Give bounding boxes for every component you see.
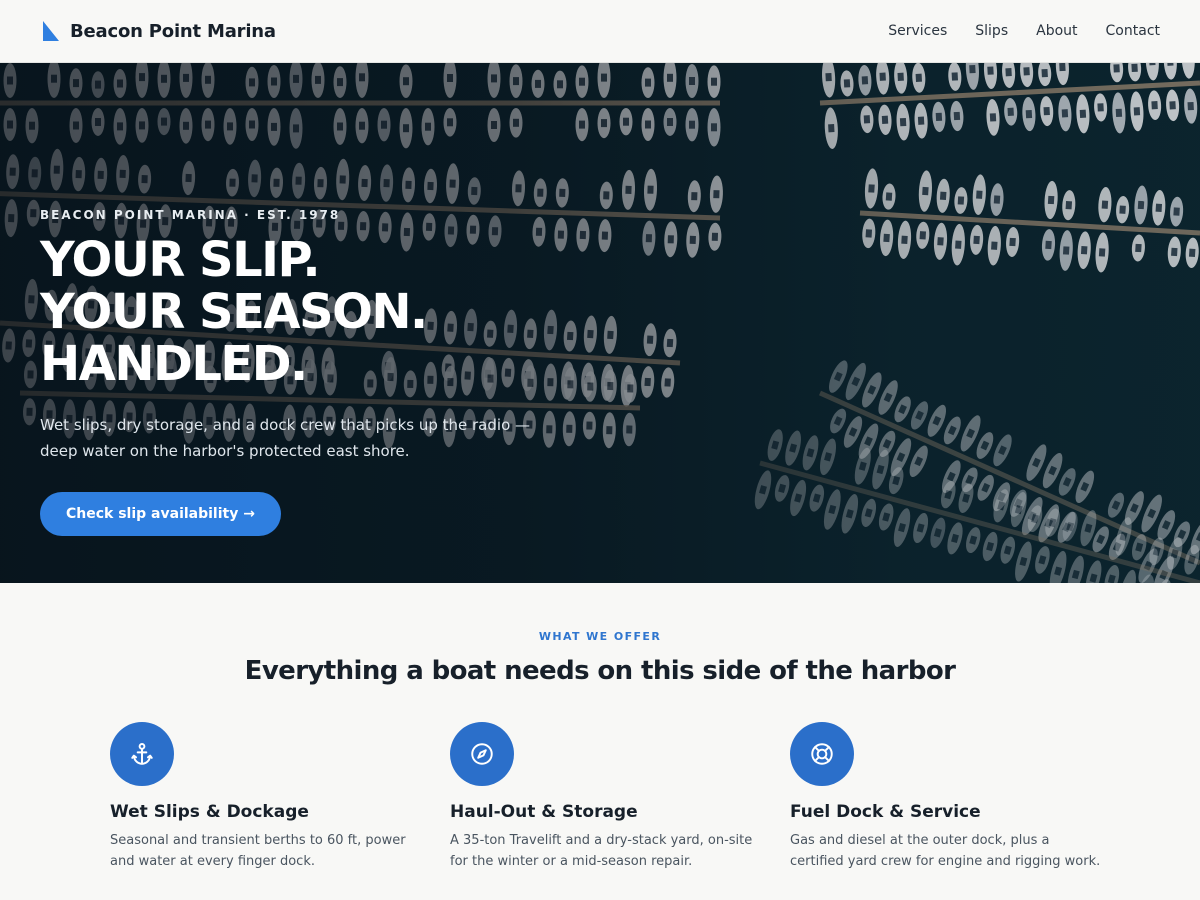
service-card-haul-out: Haul-Out & Storage A 35-ton Travelift an… (450, 722, 770, 872)
hero-title-line: YOUR SEASON. (40, 284, 428, 340)
hero-title-line: HANDLED. (40, 336, 308, 392)
service-icon-circle (790, 722, 854, 786)
service-description-line: certified yard crew for engine and riggi… (790, 854, 1101, 869)
hero-description-line: deep water on the harbor's protected eas… (40, 442, 410, 460)
compass-icon (471, 743, 493, 765)
service-description-line: and water at every finger dock. (110, 854, 315, 869)
services-section: WHAT WE OFFER Everything a boat needs on… (0, 583, 1200, 900)
nav-link-services[interactable]: Services (888, 23, 947, 39)
anchor-icon (131, 743, 153, 765)
hero-title: YOUR SLIP. YOUR SEASON. HANDLED. (40, 234, 600, 390)
service-description-line: for the winter or a mid-season repair. (450, 854, 693, 869)
service-card-wet-slips: Wet Slips & Dockage Seasonal and transie… (110, 722, 430, 872)
service-card-fuel-dock: Fuel Dock & Service Gas and diesel at th… (790, 722, 1110, 872)
nav-link-contact[interactable]: Contact (1106, 23, 1160, 39)
check-availability-button[interactable]: Check slip availability → (40, 492, 281, 536)
hero-title-line: YOUR SLIP. (40, 232, 321, 288)
service-icon-circle (450, 722, 514, 786)
hero-eyebrow: BEACON POINT MARINA · EST. 1978 (40, 208, 341, 222)
brand-logo-link[interactable]: Beacon Point Marina (42, 21, 276, 42)
hero-content: BEACON POINT MARINA · EST. 1978 YOUR SLI… (40, 208, 600, 536)
section-title: Everything a boat needs on this side of … (244, 656, 956, 686)
lifebuoy-icon (811, 743, 833, 765)
service-description-line: A 35-ton Travelift and a dry-stack yard,… (450, 833, 753, 848)
main-nav: Services Slips About Contact (888, 23, 1160, 39)
service-title: Haul-Out & Storage (450, 802, 638, 822)
nav-link-slips[interactable]: Slips (975, 23, 1008, 39)
section-eyebrow: WHAT WE OFFER (538, 630, 662, 643)
nav-link-about[interactable]: About (1036, 23, 1077, 39)
site-header: Beacon Point Marina Services Slips About… (0, 0, 1200, 63)
service-description: A 35-ton Travelift and a dry-stack yard,… (450, 830, 770, 872)
service-description-line: Gas and diesel at the outer dock, plus a (790, 833, 1050, 848)
service-title: Wet Slips & Dockage (110, 802, 309, 822)
hero-section: BEACON POINT MARINA · EST. 1978 YOUR SLI… (0, 63, 1200, 583)
sail-logo-icon (43, 21, 59, 41)
service-description: Gas and diesel at the outer dock, plus a… (790, 830, 1110, 872)
service-icon-circle (110, 722, 174, 786)
service-description-line: Seasonal and transient berths to 60 ft, … (110, 833, 406, 848)
hero-description-line: Wet slips, dry storage, and a dock crew … (40, 416, 531, 434)
service-description: Seasonal and transient berths to 60 ft, … (110, 830, 430, 872)
hero-description: Wet slips, dry storage, and a dock crew … (40, 412, 540, 464)
brand-name: Beacon Point Marina (70, 20, 276, 42)
service-title: Fuel Dock & Service (790, 802, 981, 822)
